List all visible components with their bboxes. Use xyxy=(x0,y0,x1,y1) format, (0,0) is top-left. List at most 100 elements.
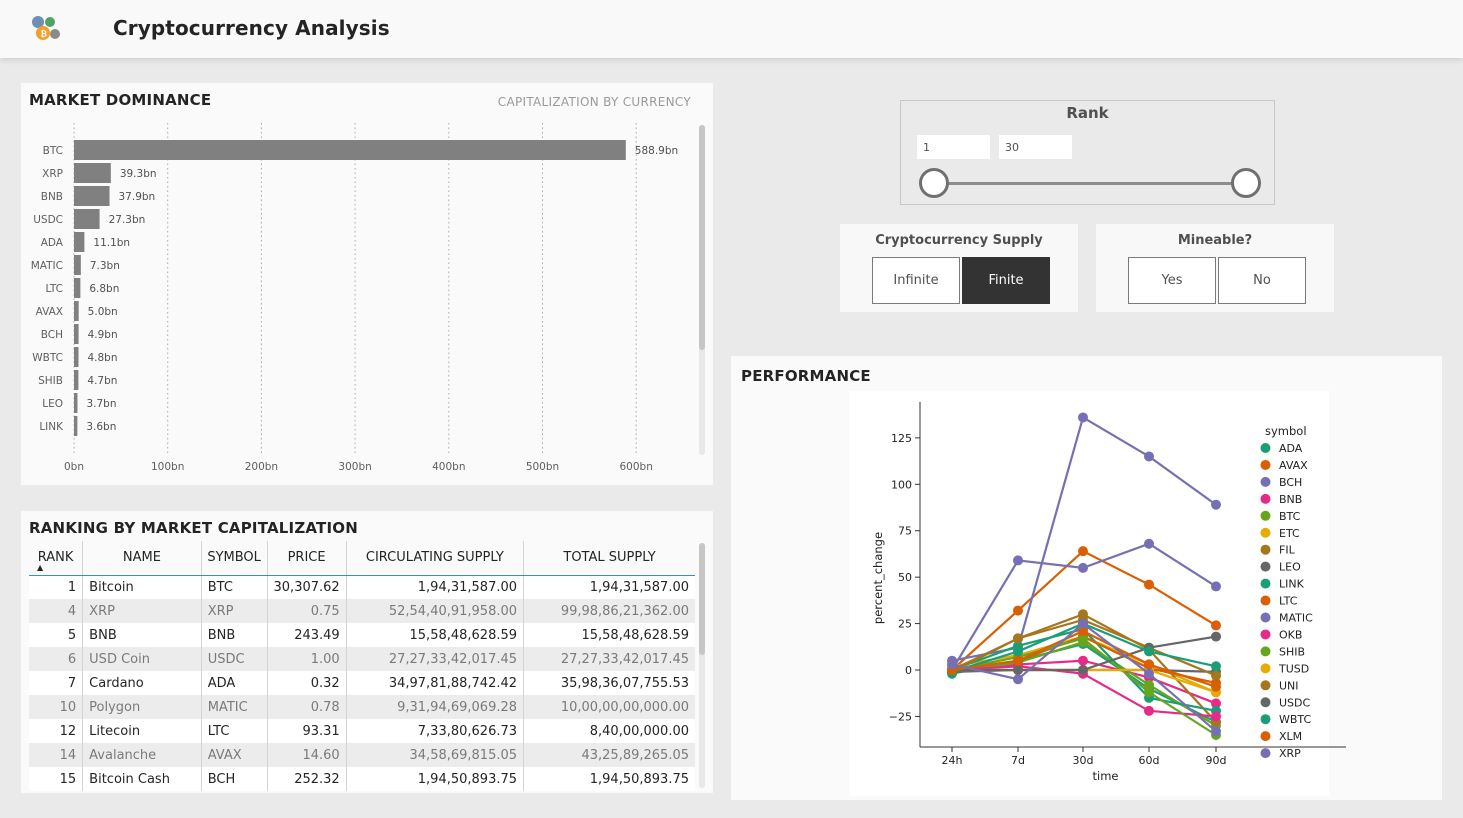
no-button[interactable]: No xyxy=(1218,257,1306,304)
data-point[interactable] xyxy=(1013,665,1023,675)
x-tick-label: 90d xyxy=(1206,754,1227,767)
bar[interactable] xyxy=(74,255,81,275)
table-row[interactable]: 4 XRP XRP 0.75 52,54,40,91,958.00 99,98,86,21… xyxy=(29,599,695,623)
legend-label: SHIB xyxy=(1279,645,1305,658)
data-point[interactable] xyxy=(1144,646,1154,657)
mineable-slicer-title: Mineable? xyxy=(1177,233,1253,248)
category-label: BCH xyxy=(41,329,63,341)
legend-label: ETC xyxy=(1279,527,1300,540)
data-point[interactable] xyxy=(1211,581,1221,592)
data-point[interactable] xyxy=(1144,668,1154,679)
data-point[interactable] xyxy=(1078,562,1088,573)
cell-price: 252.32 xyxy=(266,767,347,791)
performance-chart: −25 0 25 50 75 100 125 24h 7d 30d 60d 90d time percen… xyxy=(871,402,1346,783)
bar[interactable] xyxy=(74,209,100,229)
cell-name: Avalanche xyxy=(82,743,202,767)
data-point[interactable] xyxy=(1211,711,1221,722)
rank-slider-min-handle[interactable] xyxy=(919,168,949,198)
data-point[interactable] xyxy=(1211,631,1221,642)
data-point[interactable] xyxy=(1144,659,1154,670)
data-point[interactable] xyxy=(947,659,957,670)
category-label: SHIB xyxy=(38,375,63,387)
data-point[interactable] xyxy=(1211,620,1221,631)
cell-total-supply: 1,94,31,587.00 xyxy=(523,575,695,599)
bar[interactable] xyxy=(74,140,626,160)
bar-data-label: 37.9bn xyxy=(119,191,156,203)
data-point[interactable] xyxy=(1211,681,1221,692)
data-point[interactable] xyxy=(1144,705,1154,716)
table-row[interactable]: 12 Litecoin LTC 93.31 7,33,80,626.73 8,40,00,… xyxy=(29,719,695,743)
bar[interactable] xyxy=(74,347,79,367)
market-dominance-card: MARKET DOMINANCE CAPITALIZATION BY CURRE… xyxy=(21,83,713,485)
cell-price: 1.00 xyxy=(266,647,347,671)
legend-marker xyxy=(1260,527,1271,538)
cell-rank: 4 xyxy=(29,599,83,623)
finite-button[interactable]: Finite xyxy=(962,257,1050,304)
column-header-rank[interactable]: RANK ▲ xyxy=(29,541,83,576)
legend-marker xyxy=(1260,612,1271,623)
rank-slider-max-handle[interactable] xyxy=(1231,168,1261,198)
bar-data-label: 6.8bn xyxy=(89,283,119,295)
table-row[interactable]: 14 Avalanche AVAX 14.60 34,58,69,815.05 43,25… xyxy=(29,743,695,767)
cell-circulating-supply: 34,97,81,88,742.42 xyxy=(345,671,524,695)
data-point[interactable] xyxy=(1013,555,1023,566)
rank-slider-track[interactable] xyxy=(934,182,1246,185)
data-point[interactable] xyxy=(1211,670,1221,681)
cell-total-supply: 99,98,86,21,362.00 xyxy=(523,599,695,623)
column-header-symbol[interactable]: SYMBOL xyxy=(200,541,268,576)
rank-max-input[interactable] xyxy=(999,135,1072,159)
category-label: XRP xyxy=(42,168,63,180)
data-point[interactable] xyxy=(1144,451,1154,462)
yes-button[interactable]: Yes xyxy=(1128,257,1216,304)
bar[interactable] xyxy=(74,370,79,390)
data-point[interactable] xyxy=(1078,655,1088,666)
bar[interactable] xyxy=(74,416,78,436)
bar[interactable] xyxy=(74,163,111,183)
bar-data-label: 27.3bn xyxy=(109,214,146,226)
y-tick-label: 125 xyxy=(891,432,912,445)
data-point[interactable] xyxy=(1013,655,1023,666)
data-point[interactable] xyxy=(1013,605,1023,616)
table-row[interactable]: 5 BNB BNB 243.49 15,58,48,628.59 15,58,48,628… xyxy=(29,623,695,647)
cell-total-supply: 43,25,89,265.05 xyxy=(523,743,695,767)
column-header-circulating-supply[interactable]: CIRCULATING SUPPLY xyxy=(345,541,524,576)
table-row[interactable]: 7 Cardano ADA 0.32 34,97,81,88,742.42 35,98,3… xyxy=(29,671,695,695)
data-point[interactable] xyxy=(1144,687,1154,698)
dominance-scrollbar-thumb[interactable] xyxy=(699,125,705,350)
data-point[interactable] xyxy=(1144,538,1154,549)
x-tick-label: 24h xyxy=(942,754,963,767)
data-point[interactable] xyxy=(1211,661,1221,672)
column-header-name[interactable]: NAME xyxy=(82,541,202,576)
data-point[interactable] xyxy=(1013,633,1023,644)
rank-min-input[interactable] xyxy=(917,135,990,159)
table-row[interactable]: 10 Polygon MATIC 0.78 9,31,94,69,069.28 10,00… xyxy=(29,695,695,719)
bar[interactable] xyxy=(74,393,78,413)
data-point[interactable] xyxy=(1078,546,1088,557)
table-row[interactable]: 15 Bitcoin Cash BCH 252.32 1,94,50,893.75 1,9… xyxy=(29,767,695,791)
table-row[interactable]: 6 USD Coin USDC 1.00 27,27,33,42,017.45 27,27… xyxy=(29,647,695,671)
table-row[interactable]: 1 Bitcoin BTC 30,307.62 1,94,31,587.00 1,94,3… xyxy=(29,575,695,599)
infinite-button[interactable]: Infinite xyxy=(872,257,960,304)
data-point[interactable] xyxy=(1078,618,1088,629)
legend-marker xyxy=(1260,561,1271,572)
table-scrollbar-thumb[interactable] xyxy=(699,543,705,655)
data-point[interactable] xyxy=(1078,412,1088,423)
bar[interactable] xyxy=(74,324,79,344)
bar[interactable] xyxy=(74,232,85,252)
bar[interactable] xyxy=(74,301,79,321)
bar[interactable] xyxy=(74,186,110,206)
data-point[interactable] xyxy=(1078,665,1088,675)
bar-data-label: 3.6bn xyxy=(86,421,116,433)
data-point[interactable] xyxy=(1211,726,1221,737)
data-point[interactable] xyxy=(1013,674,1023,685)
data-point[interactable] xyxy=(1013,646,1023,657)
column-header-total-supply[interactable]: TOTAL SUPPLY xyxy=(523,541,695,576)
x-tick-label: 60d xyxy=(1139,754,1160,767)
cell-total-supply: 15,58,48,628.59 xyxy=(523,623,695,647)
column-header-price[interactable]: PRICE xyxy=(266,541,347,576)
legend-label: MATIC xyxy=(1279,612,1313,625)
data-point[interactable] xyxy=(1144,579,1154,590)
data-point[interactable] xyxy=(1211,499,1221,510)
cell-total-supply: 35,98,36,07,755.53 xyxy=(523,671,695,695)
bar[interactable] xyxy=(74,278,81,298)
